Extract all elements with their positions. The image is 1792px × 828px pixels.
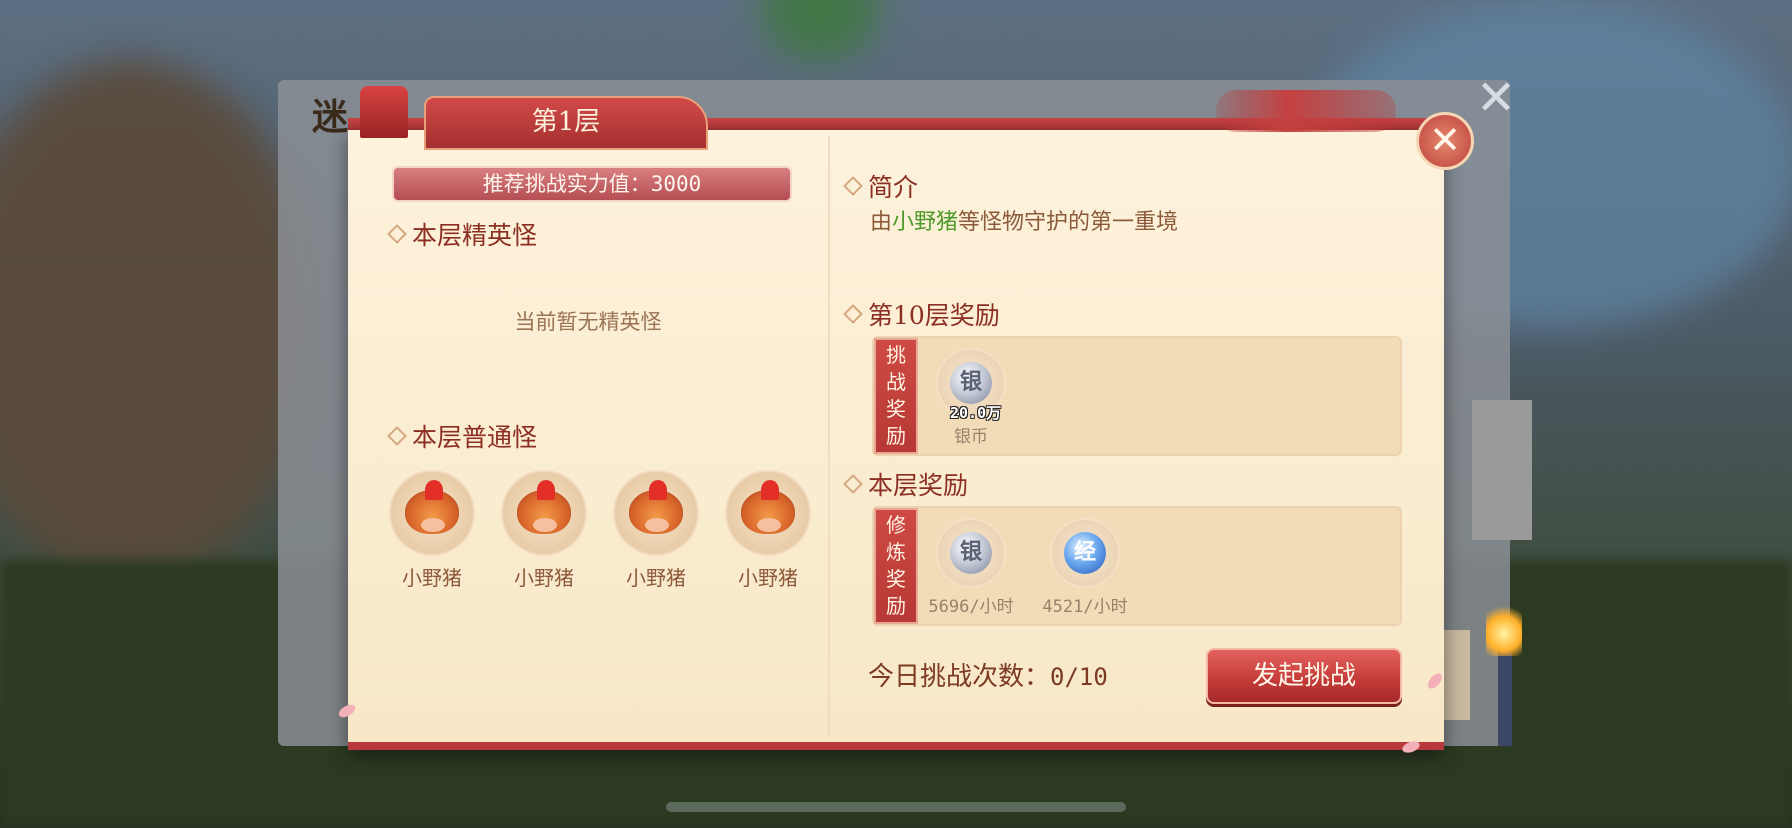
reward-amount: 20.0万 [950, 404, 1002, 422]
reward-rate: 4521/小时 [1042, 597, 1128, 617]
monster-card[interactable]: 小野猪 [610, 470, 702, 591]
boar-icon [389, 470, 475, 556]
boar-icon [613, 470, 699, 556]
recommended-power-banner: 推荐挑战实力值：3000 [392, 166, 792, 202]
reward-name: 银币 [954, 427, 988, 447]
floor10-reward-title: 第10层奖励 [868, 301, 1000, 330]
elite-section-header: 本层精英怪 [387, 216, 538, 252]
boar-icon [725, 470, 811, 556]
tag-char: 奖 [886, 567, 906, 591]
pagoda-icon [360, 86, 408, 138]
elite-empty-text: 当前暂无精英怪 [514, 310, 662, 334]
tag-char: 奖 [886, 397, 906, 421]
column-divider [828, 136, 830, 738]
reward-item[interactable]: 银 20.0万 银币 [926, 348, 1016, 447]
tag-char: 修 [886, 513, 906, 537]
torch-stand [1498, 650, 1512, 746]
tag-char: 挑 [886, 343, 906, 367]
monster-card[interactable]: 小野猪 [386, 470, 478, 591]
close-button[interactable]: ✕ [1416, 112, 1474, 170]
reward-item[interactable]: 银 5696/小时 [926, 518, 1016, 617]
floor-reward-header: 本层奖励 [843, 466, 969, 502]
background-side-panel [1472, 400, 1532, 540]
recommended-power-label: 推荐挑战实力值： [482, 172, 651, 196]
background-rock [0, 60, 320, 580]
intro-prefix: 由 [870, 210, 893, 235]
normal-section-title: 本层普通怪 [412, 423, 538, 452]
coin-glyph: 银 [950, 532, 992, 574]
home-indicator[interactable] [666, 802, 1126, 812]
tag-char: 炼 [886, 540, 906, 564]
monster-card[interactable]: 小野猪 [498, 470, 590, 591]
monster-name: 小野猪 [626, 566, 686, 590]
background-close-icon[interactable]: ✕ [1468, 70, 1524, 126]
exp-icon: 经 [1050, 518, 1120, 588]
silver-coin-icon: 银 [936, 518, 1006, 588]
tag-char: 励 [886, 594, 906, 618]
challenge-reward-tag: 挑 战 奖 励 [874, 338, 918, 454]
daily-challenge-count: 今日挑战次数：0/10 [868, 656, 1108, 693]
floor10-reward-header: 第10层奖励 [843, 296, 1000, 332]
tag-char: 励 [886, 424, 906, 448]
training-reward-tag: 修 炼 奖 励 [874, 508, 918, 624]
floor-reward-title: 本层奖励 [868, 471, 969, 500]
background-tree [760, 0, 880, 60]
floor10-reward-box: 挑 战 奖 励 银 20.0万 银币 [872, 336, 1402, 456]
diamond-bullet-icon [387, 224, 407, 244]
diamond-bullet-icon [843, 304, 863, 324]
boar-icon [501, 470, 587, 556]
intro-suffix: 等怪物守护的第一重境 [958, 210, 1179, 235]
reward-rate: 5696/小时 [928, 597, 1014, 617]
intro-text: 由小野猪等怪物守护的第一重境 [870, 204, 1178, 236]
floor-tab-label: 第1层 [531, 107, 601, 137]
normal-section-header: 本层普通怪 [387, 418, 538, 454]
monster-name: 小野猪 [514, 566, 574, 590]
daily-challenge-label: 今日挑战次数： [868, 662, 1051, 692]
diamond-bullet-icon [387, 426, 407, 446]
daily-challenge-value: 0/10 [1050, 663, 1108, 691]
intro-monster-link: 小野猪 [892, 210, 959, 235]
floor-tab: 第1层 [424, 96, 708, 150]
torch-flame-icon [1486, 600, 1522, 656]
start-challenge-button[interactable]: 发起挑战 [1206, 648, 1402, 704]
tag-char: 战 [886, 370, 906, 394]
horse-decoration-icon [1216, 90, 1396, 132]
diamond-bullet-icon [843, 474, 863, 494]
coin-glyph: 银 [950, 362, 992, 404]
background-panel-title: 迷 [312, 96, 353, 138]
diamond-bullet-icon [843, 176, 863, 196]
intro-section-title: 简介 [868, 173, 919, 202]
monster-name: 小野猪 [402, 566, 462, 590]
intro-section-header: 简介 [843, 168, 919, 204]
monster-name: 小野猪 [738, 566, 798, 590]
floor-reward-box: 修 炼 奖 励 银 5696/小时 经 4521/小时 [872, 506, 1402, 626]
coin-glyph: 经 [1064, 532, 1106, 574]
recommended-power-value: 3000 [650, 172, 702, 196]
reward-item[interactable]: 经 4521/小时 [1040, 518, 1130, 617]
elite-section-title: 本层精英怪 [412, 221, 538, 250]
monster-card[interactable]: 小野猪 [722, 470, 814, 591]
